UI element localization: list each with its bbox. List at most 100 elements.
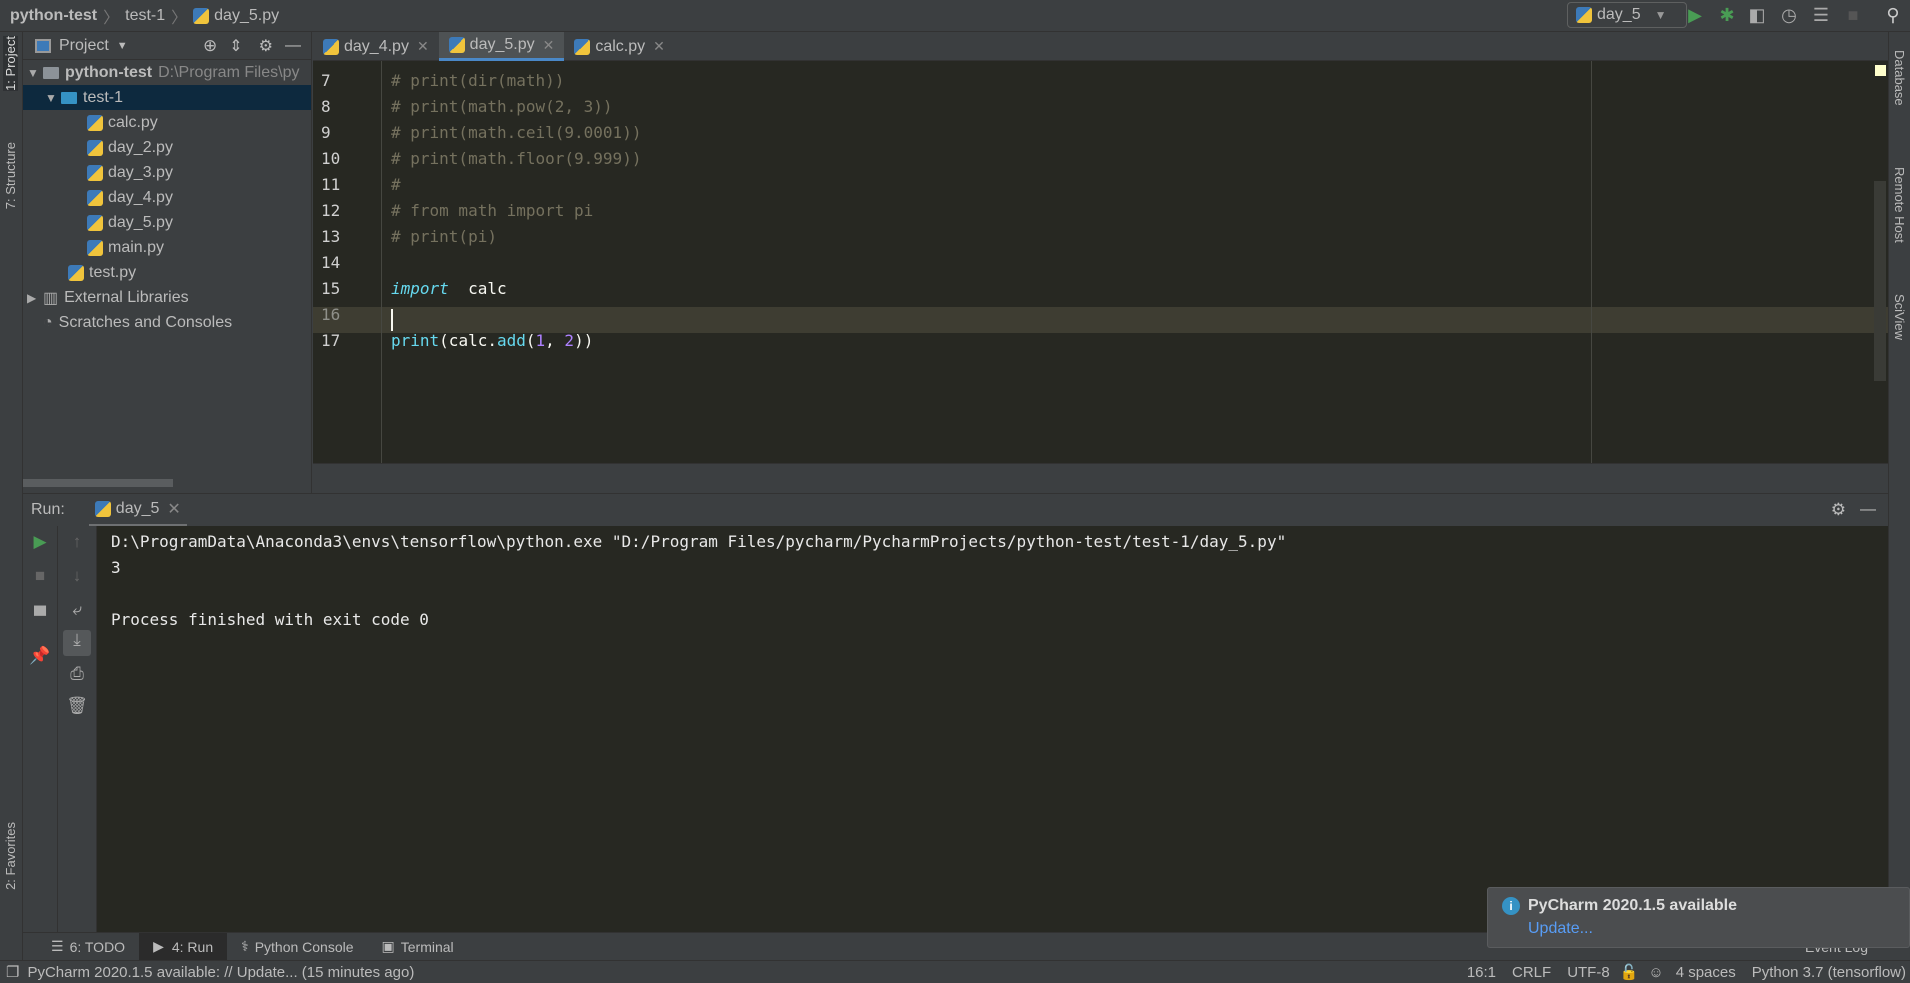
favorites-tool-button[interactable]: 2: Favorites — [3, 822, 18, 890]
run-configuration-select[interactable]: day_5 ▼ — [1567, 2, 1687, 28]
tree-item-root[interactable]: ▼ python-test D:\Program Files\py — [23, 60, 311, 85]
status-bar: ❐ PyCharm 2020.1.5 available: // Update.… — [0, 960, 1910, 983]
run-console: ▶ ■ ▀ 📌 ↑ ↓ ⤶ ⤓ ⎙ 🗑 D:\ProgramData\Anaco… — [23, 526, 1888, 932]
line-number: 9 — [321, 123, 331, 142]
file-encoding[interactable]: UTF-8 — [1567, 964, 1610, 981]
close-icon[interactable]: ✕ — [653, 38, 665, 55]
code-line: # print(pi) — [391, 227, 497, 246]
structure-tool-button[interactable]: 7: Structure — [3, 142, 18, 209]
sciview-tool-button[interactable]: SciView — [1892, 294, 1907, 340]
todo-tab[interactable]: ☰ 6: TODO — [37, 933, 139, 961]
tab-day_4-py[interactable]: day_4.py ✕ — [313, 32, 439, 61]
tree-item-file[interactable]: calc.py — [23, 110, 311, 135]
hide-icon[interactable]: — — [285, 37, 301, 55]
console-output-line: D:\ProgramData\Anaconda3\envs\tensorflow… — [111, 532, 1287, 551]
current-line-highlight — [313, 307, 1888, 333]
tree-item-file[interactable]: day_3.py — [23, 160, 311, 185]
close-icon[interactable]: ✕ — [543, 37, 555, 54]
info-icon: i — [1502, 897, 1520, 915]
collapse-all-icon[interactable]: ⇕ — [229, 36, 242, 56]
update-link[interactable]: Update... — [1528, 920, 1593, 938]
python-console-tab[interactable]: ⚕ Python Console — [227, 933, 367, 961]
python-file-icon — [87, 189, 103, 206]
project-tool-button[interactable]: 1: Project — [3, 36, 18, 91]
line-number: 15 — [321, 279, 341, 298]
stop-icon[interactable]: ■ — [1842, 4, 1864, 26]
tree-item-folder[interactable]: ▼ test-1 — [23, 85, 311, 110]
search-icon[interactable]: ⚲ — [1882, 4, 1904, 26]
tab-day_5-py[interactable]: day_5.py ✕ — [438, 32, 565, 61]
soft-wrap-icon[interactable]: ⤶ — [65, 600, 89, 620]
pin-icon[interactable]: 📌 — [28, 646, 52, 666]
code-editor[interactable]: 7 8 9 10 11 12 13 14 15 16 17 # print(dir(math)) # … — [313, 61, 1888, 463]
toggle-tool-windows-icon[interactable]: ❐ — [6, 963, 19, 981]
print-icon[interactable]: ⎙ — [65, 664, 89, 684]
chevron-down-icon: ▼ — [1654, 8, 1667, 22]
run-icon[interactable]: ▶ — [1684, 4, 1706, 26]
close-icon[interactable]: ✕ — [417, 38, 429, 55]
hide-icon[interactable]: — — [1860, 501, 1876, 519]
layout-icon[interactable]: ▀ — [28, 606, 52, 626]
status-message[interactable]: PyCharm 2020.1.5 available: // Update...… — [27, 964, 414, 981]
breadcrumb-folder[interactable]: test-1 — [125, 7, 165, 25]
tree-item-file[interactable]: day_4.py — [23, 185, 311, 210]
tree-item-file[interactable]: test.py — [23, 260, 311, 285]
inspection-status-icon[interactable] — [1875, 65, 1886, 76]
run-tab[interactable]: day_5 ✕ — [88, 494, 187, 527]
python-file-icon — [448, 37, 465, 53]
python-file-icon — [87, 214, 103, 231]
database-tool-button[interactable]: Database — [1892, 50, 1907, 106]
profile-icon[interactable]: ◷ — [1778, 4, 1800, 26]
python-icon — [94, 500, 111, 517]
project-panel-header: Project ▼ ⊕ ⇕ ⚙ — — [23, 32, 311, 60]
concurrency-icon[interactable]: ☰ — [1810, 4, 1832, 26]
chevron-down-icon: ▼ — [116, 39, 128, 52]
libraries-icon: ▥ — [43, 289, 59, 307]
breadcrumb-file[interactable]: day_5.py — [214, 7, 279, 25]
run-tool-tab[interactable]: ▶ 4: Run — [139, 932, 228, 961]
indent-setting[interactable]: 4 spaces — [1676, 964, 1736, 981]
scroll-to-end-icon[interactable]: ⤓ — [63, 630, 91, 656]
trash-icon[interactable]: 🗑 — [65, 696, 89, 716]
breadcrumb-project[interactable]: python-test — [10, 7, 97, 25]
locate-icon[interactable]: ⊕ — [203, 36, 217, 56]
line-separator[interactable]: CRLF — [1512, 964, 1551, 981]
inspector-icon[interactable]: ☺ — [1648, 964, 1663, 981]
line-number: 12 — [321, 201, 341, 220]
run-panel-header: Run: day_5 ✕ ⚙ — — [23, 493, 1888, 527]
remote-host-tool-button[interactable]: Remote Host — [1892, 167, 1907, 243]
line-number: 10 — [321, 149, 341, 168]
tree-item-file[interactable]: day_5.py — [23, 210, 311, 235]
code-line: print(calc.add(1, 2)) — [391, 331, 594, 350]
coverage-icon[interactable]: ◧ — [1746, 4, 1768, 26]
project-view-select[interactable]: Project — [59, 37, 109, 55]
line-number: 7 — [321, 71, 331, 90]
python-interpreter[interactable]: Python 3.7 (tensorflow) — [1752, 964, 1906, 981]
terminal-tab[interactable]: ▣ Terminal — [368, 933, 468, 961]
tree-item-file[interactable]: main.py — [23, 235, 311, 260]
caret-position[interactable]: 16:1 — [1467, 964, 1496, 981]
line-number: 16 — [321, 305, 341, 324]
code-line: # — [391, 175, 401, 194]
close-icon[interactable]: ✕ — [167, 499, 180, 519]
python-file-icon — [87, 114, 103, 131]
gear-icon[interactable]: ⚙ — [259, 36, 273, 56]
editor-bottom-area — [313, 463, 1888, 493]
tab-calc-py[interactable]: calc.py ✕ — [564, 32, 675, 61]
vertical-scrollbar[interactable] — [1874, 181, 1886, 381]
rerun-icon[interactable]: ▶ — [28, 532, 52, 552]
tree-item-file[interactable]: day_2.py — [23, 135, 311, 160]
tree-item-scratches[interactable]: ◔ Scratches and Consoles — [23, 310, 311, 335]
up-arrow-icon[interactable]: ↑ — [65, 532, 89, 552]
tree-item-external-libraries[interactable]: ▶ ▥ External Libraries — [23, 285, 311, 310]
python-file-icon — [87, 164, 103, 181]
stop-icon[interactable]: ■ — [28, 566, 52, 586]
unlock-icon[interactable]: 🔓 — [1620, 963, 1639, 981]
left-tool-stripe: 1: Project 7: Structure 2: Favorites — [0, 32, 23, 960]
code-line: # from math import pi — [391, 201, 594, 220]
debug-icon[interactable]: ✱ — [1716, 4, 1738, 26]
gear-icon[interactable]: ⚙ — [1831, 500, 1846, 520]
right-margin-guide — [1591, 61, 1592, 463]
horizontal-scrollbar[interactable] — [23, 479, 173, 487]
down-arrow-icon[interactable]: ↓ — [65, 566, 89, 586]
